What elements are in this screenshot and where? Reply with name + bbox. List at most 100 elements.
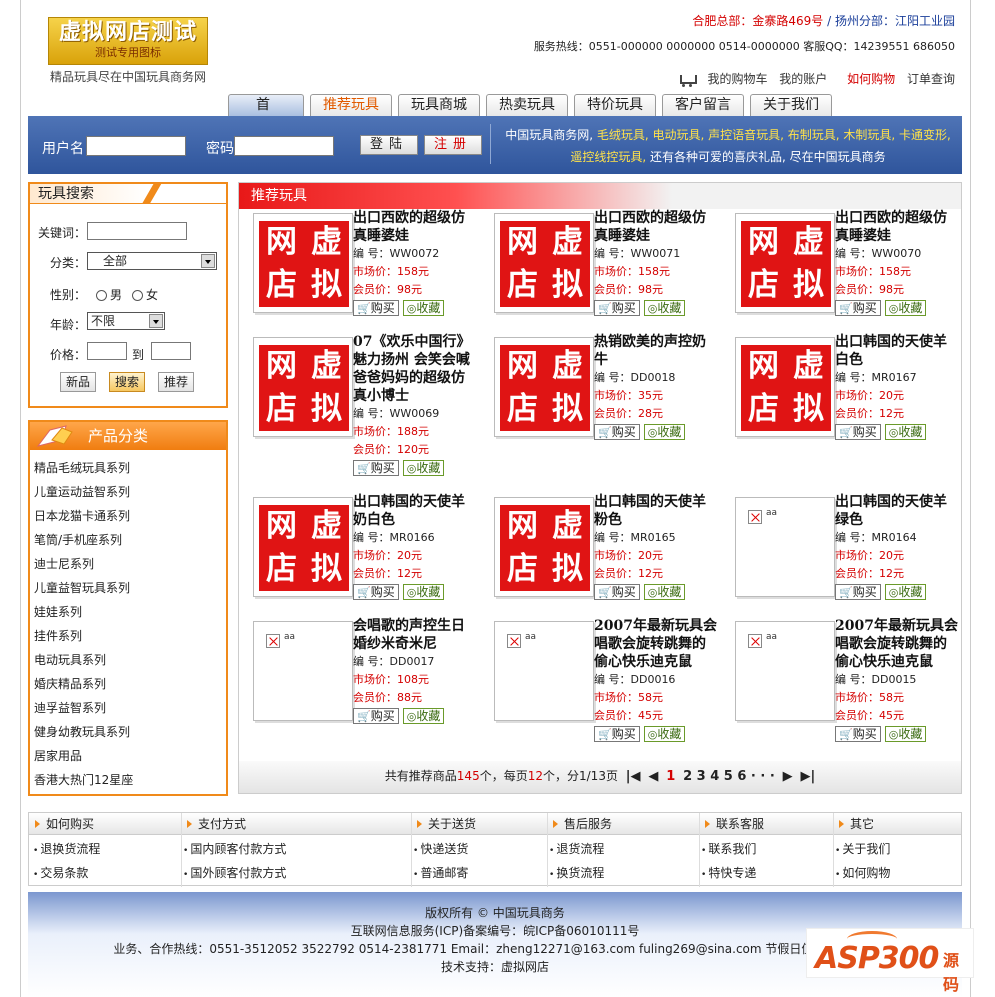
product-name[interactable]: 07《欢乐中国行》魅力扬州 会笑会喊爸爸妈妈的超级仿真小博士 <box>353 333 477 405</box>
buy-button[interactable]: 🛒购买 <box>353 300 399 316</box>
category-item[interactable]: 婚庆精品系列 <box>34 672 226 696</box>
page-current[interactable]: 1 <box>666 769 675 784</box>
page-numbers[interactable]: 2 3 4 5 6 · · · <box>683 769 775 784</box>
buy-button[interactable]: 🛒购买 <box>353 708 399 724</box>
category-item[interactable]: 迪孚益智系列 <box>34 696 226 720</box>
product-name[interactable]: 出口韩国的天使羊粉色 <box>594 493 718 529</box>
tab-hot-toys[interactable]: 热卖玩具 <box>486 94 568 116</box>
tab-recommended[interactable]: 推荐玩具 <box>310 94 392 116</box>
product-name[interactable]: 出口韩国的天使羊奶白色 <box>353 493 477 529</box>
buy-button[interactable]: 🛒购买 <box>594 726 640 742</box>
new-products-button[interactable]: 新品 <box>60 372 96 392</box>
last-page-icon[interactable]: ▶| <box>800 769 815 784</box>
buy-button[interactable]: 🛒购买 <box>835 300 881 316</box>
buy-button[interactable]: 🛒购买 <box>835 726 881 742</box>
favorite-button[interactable]: ◎收藏 <box>643 424 686 440</box>
help-link[interactable]: 联系我们 <box>701 840 756 857</box>
link-my-cart[interactable]: 我的购物车 <box>707 72 767 86</box>
category-select[interactable]: 全部 <box>87 252 217 270</box>
buy-button[interactable]: 🛒购买 <box>594 424 640 440</box>
product-card[interactable]: 网虚店拟出口韩国的天使羊粉色编 号：MR0165 市场价：20元 会员价：12元 🛒购… <box>494 494 714 617</box>
category-item[interactable]: 迪士尼系列 <box>34 552 226 576</box>
favorite-button[interactable]: ◎收藏 <box>643 584 686 600</box>
help-head-payment[interactable]: 支付方式 <box>187 813 246 835</box>
help-link[interactable]: 国外顾客付款方式 <box>183 864 286 881</box>
favorite-button[interactable]: ◎收藏 <box>884 584 927 600</box>
product-image[interactable]: 网虚店拟 <box>253 213 353 313</box>
favorite-button[interactable]: ◎收藏 <box>884 726 927 742</box>
category-item[interactable]: 儿童运动益智系列 <box>34 480 226 504</box>
product-image[interactable]: aa <box>494 621 594 721</box>
help-head-other[interactable]: 其它 <box>839 813 874 835</box>
category-item[interactable]: 娃娃系列 <box>34 600 226 624</box>
product-card[interactable]: aa 2007年最新玩具会唱歌会旋转跳舞的偷心快乐迪克鼠编 号：DD0015 市场价… <box>735 618 958 742</box>
favorite-button[interactable]: ◎收藏 <box>643 726 686 742</box>
chevron-down-icon[interactable] <box>201 254 215 268</box>
password-input[interactable] <box>234 136 334 156</box>
product-image[interactable]: 网虚店拟 <box>735 213 835 313</box>
buy-button[interactable]: 🛒购买 <box>353 460 399 476</box>
product-card[interactable]: aa 会唱歌的声控生日婚纱米奇米尼编 号：DD0017 市场价：108元 会员价：88… <box>253 618 473 741</box>
product-name[interactable]: 出口西欧的超级仿真睡婆娃 <box>353 209 477 245</box>
category-item[interactable]: 电动玩具系列 <box>34 648 226 672</box>
prev-page-icon[interactable]: ◀ <box>648 769 658 784</box>
product-image[interactable]: 网虚店拟 <box>253 497 353 597</box>
product-image[interactable]: aa <box>735 621 835 721</box>
login-button[interactable]: 登陆 <box>360 135 418 155</box>
help-link[interactable]: 普通邮寄 <box>413 864 468 881</box>
buy-button[interactable]: 🛒购买 <box>594 300 640 316</box>
product-card[interactable]: 网虚店拟出口韩国的天使羊奶白色编 号：MR0166 市场价：20元 会员价：12元 🛒… <box>253 494 473 617</box>
help-link[interactable]: 国内顾客付款方式 <box>183 840 286 857</box>
category-item[interactable]: 香港大热门12星座 <box>34 768 226 792</box>
first-page-icon[interactable]: |◀ <box>626 769 641 784</box>
favorite-button[interactable]: ◎收藏 <box>643 300 686 316</box>
product-name[interactable]: 热销欧美的声控奶牛 <box>594 333 718 369</box>
product-card[interactable]: 网虚店拟出口西欧的超级仿真睡婆娃编 号：WW0072 市场价：158元 会员价：98… <box>253 210 473 333</box>
product-card[interactable]: 网虚店拟热销欧美的声控奶牛编 号：DD0018 市场价：35元 会员价：28元 🛒购买… <box>494 334 714 457</box>
help-link[interactable]: 快递送货 <box>413 840 468 857</box>
product-card[interactable]: 网虚店拟出口西欧的超级仿真睡婆娃编 号：WW0071 市场价：158元 会员价：98… <box>494 210 714 333</box>
product-name[interactable]: 出口韩国的天使羊白色 <box>835 333 959 369</box>
product-card[interactable]: aa 2007年最新玩具会唱歌会旋转跳舞的偷心快乐迪克鼠编 号：DD0016 市场价… <box>494 618 717 742</box>
help-link[interactable]: 如何购物 <box>835 864 890 881</box>
link-order-query[interactable]: 订单查询 <box>907 72 955 86</box>
radio-male[interactable] <box>96 290 108 301</box>
category-item[interactable]: 健身幼教玩具系列 <box>34 720 226 744</box>
product-image[interactable]: 网虚店拟 <box>735 337 835 437</box>
category-item[interactable]: 笔筒/手机座系列 <box>34 528 226 552</box>
site-logo[interactable]: 虚拟网店测试 测试专用图标 <box>48 17 208 65</box>
favorite-button[interactable]: ◎收藏 <box>884 300 927 316</box>
price-max-input[interactable] <box>151 342 191 360</box>
help-head-after-sales[interactable]: 售后服务 <box>553 813 612 835</box>
product-card[interactable]: 网虚店拟出口韩国的天使羊白色编 号：MR0167 市场价：20元 会员价：12元 🛒购… <box>735 334 955 457</box>
buy-button[interactable]: 🛒购买 <box>835 424 881 440</box>
help-link[interactable]: 特快专递 <box>701 864 756 881</box>
help-link[interactable]: 退换货流程 <box>33 840 100 857</box>
username-input[interactable] <box>86 136 186 156</box>
tab-about[interactable]: 关于我们 <box>750 94 832 116</box>
favorite-button[interactable]: ◎收藏 <box>884 424 927 440</box>
product-card[interactable]: 网虚店拟 07《欢乐中国行》魅力扬州 会笑会喊爸爸妈妈的超级仿真小博士编 号：WW… <box>253 334 473 476</box>
help-link[interactable]: 交易条款 <box>33 864 88 881</box>
product-image[interactable]: aa <box>735 497 835 597</box>
product-name[interactable]: 出口韩国的天使羊绿色 <box>835 493 959 529</box>
product-image[interactable]: 网虚店拟 <box>494 337 594 437</box>
category-item[interactable]: 日本龙猫卡通系列 <box>34 504 226 528</box>
category-item[interactable]: 儿童益智玩具系列 <box>34 576 226 600</box>
product-name[interactable]: 会唱歌的声控生日婚纱米奇米尼 <box>353 617 477 653</box>
product-card[interactable]: aa 出口韩国的天使羊绿色编 号：MR0164 市场价：20元 会员价：12元 🛒购买 ◎… <box>735 494 955 617</box>
tab-home[interactable]: 首 页 <box>228 94 304 134</box>
product-card[interactable]: 网虚店拟出口西欧的超级仿真睡婆娃编 号：WW0070 市场价：158元 会员价：98… <box>735 210 955 333</box>
favorite-button[interactable]: ◎收藏 <box>402 708 445 724</box>
favorite-button[interactable]: ◎收藏 <box>402 300 445 316</box>
next-page-icon[interactable]: ▶ <box>783 769 793 784</box>
product-image[interactable]: 网虚店拟 <box>494 497 594 597</box>
age-select[interactable]: 不限 <box>87 312 165 330</box>
shopping-cart-icon[interactable] <box>678 73 697 87</box>
help-link[interactable]: 换货流程 <box>549 864 604 881</box>
product-name[interactable]: 2007年最新玩具会唱歌会旋转跳舞的偷心快乐迪克鼠 <box>835 617 959 671</box>
favorite-button[interactable]: ◎收藏 <box>402 460 445 476</box>
buy-button[interactable]: 🛒购买 <box>353 584 399 600</box>
tab-toy-mall[interactable]: 玩具商城 <box>398 94 480 116</box>
price-min-input[interactable] <box>87 342 127 360</box>
